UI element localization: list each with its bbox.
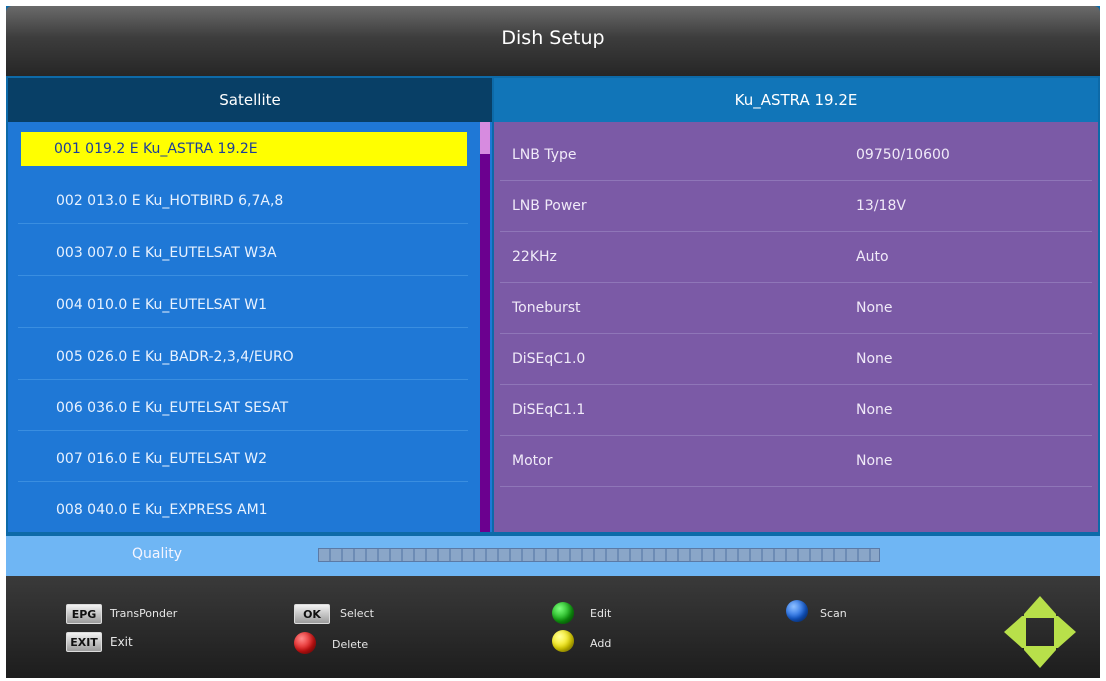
setting-label: DiSEqC1.0 bbox=[512, 351, 586, 367]
satellite-item-label: 006 036.0 E Ku_EUTELSAT SESAT bbox=[56, 399, 289, 416]
satellite-item[interactable]: 006 036.0 E Ku_EUTELSAT SESAT bbox=[18, 385, 468, 431]
setting-toneburst[interactable]: Toneburst None bbox=[500, 283, 1092, 334]
exit-key[interactable]: EXIT bbox=[66, 632, 102, 652]
yellow-circle-icon[interactable] bbox=[552, 630, 574, 652]
setting-value: None bbox=[856, 453, 893, 469]
satellite-item-label: 003 007.0 E Ku_EUTELSAT W3A bbox=[56, 244, 277, 261]
setting-label: LNB Power bbox=[512, 198, 587, 214]
signal-quality-bar: Quality bbox=[6, 536, 1100, 576]
satellite-item[interactable]: 008 040.0 E Ku_EXPRESS AM1 bbox=[18, 487, 468, 533]
edit-label: Edit bbox=[590, 607, 612, 620]
satellite-item-label: 001 019.2 E Ku_ASTRA 19.2E bbox=[54, 141, 258, 157]
satellite-item-label: 005 026.0 E Ku_BADR-2,3,4/EURO bbox=[56, 348, 294, 365]
setting-label: Motor bbox=[512, 453, 553, 469]
satellite-item-label: 004 010.0 E Ku_EUTELSAT W1 bbox=[56, 296, 268, 313]
setting-22khz[interactable]: 22KHz Auto bbox=[500, 232, 1092, 283]
satellite-item-label: 007 016.0 E Ku_EUTELSAT W2 bbox=[56, 450, 268, 467]
satellite-item[interactable]: 001 019.2 E Ku_ASTRA 19.2E bbox=[21, 132, 467, 166]
setting-diseqc11[interactable]: DiSEqC1.1 None bbox=[500, 385, 1092, 436]
setting-lnb-type[interactable]: LNB Type 09750/10600 bbox=[500, 130, 1092, 181]
satellite-panel: Satellite 001 019.2 E Ku_ASTRA 19.2E 002… bbox=[8, 78, 492, 532]
setting-value: Auto bbox=[856, 249, 889, 265]
quality-label: Quality bbox=[132, 546, 183, 562]
dish-settings-panel: Ku_ASTRA 19.2E LNB Type 09750/10600 LNB … bbox=[494, 78, 1098, 532]
title-bar: Dish Setup bbox=[6, 6, 1100, 76]
setting-label: LNB Type bbox=[512, 147, 577, 163]
page-title: Dish Setup bbox=[501, 27, 605, 49]
satellite-item[interactable]: 003 007.0 E Ku_EUTELSAT W3A bbox=[18, 230, 468, 276]
setting-value: None bbox=[856, 351, 893, 367]
setting-label: 22KHz bbox=[512, 249, 557, 265]
tv-screen: Dish Setup Satellite 001 019.2 E Ku_ASTR… bbox=[6, 6, 1100, 678]
scrollbar-thumb[interactable] bbox=[480, 122, 490, 154]
satellite-item[interactable]: 002 013.0 E Ku_HOTBIRD 6,7A,8 bbox=[18, 178, 468, 224]
setting-label: DiSEqC1.1 bbox=[512, 402, 586, 418]
setting-lnb-power[interactable]: LNB Power 13/18V bbox=[500, 181, 1092, 232]
satellite-item[interactable]: 005 026.0 E Ku_BADR-2,3,4/EURO bbox=[18, 334, 468, 380]
selected-satellite-header: Ku_ASTRA 19.2E bbox=[494, 78, 1098, 122]
exit-label: Exit bbox=[110, 635, 133, 649]
blue-circle-icon[interactable] bbox=[786, 600, 808, 622]
satellite-item-label: 008 040.0 E Ku_EXPRESS AM1 bbox=[56, 502, 268, 518]
red-circle-icon[interactable] bbox=[294, 632, 316, 654]
setting-value: None bbox=[856, 402, 893, 418]
quality-meter bbox=[318, 548, 880, 562]
satellite-item[interactable]: 007 016.0 E Ku_EUTELSAT W2 bbox=[18, 436, 468, 482]
transponder-label: TransPonder bbox=[110, 607, 178, 620]
ok-key[interactable]: OK bbox=[294, 604, 330, 624]
green-circle-icon[interactable] bbox=[552, 602, 574, 624]
select-label: Select bbox=[340, 607, 374, 620]
satellite-item-label: 002 013.0 E Ku_HOTBIRD 6,7A,8 bbox=[56, 192, 284, 209]
satellite-item[interactable]: 004 010.0 E Ku_EUTELSAT W1 bbox=[18, 282, 468, 328]
add-label: Add bbox=[590, 637, 612, 650]
setting-label: Toneburst bbox=[512, 300, 581, 316]
satellite-list: 001 019.2 E Ku_ASTRA 19.2E 002 013.0 E K… bbox=[8, 122, 480, 532]
setting-motor[interactable]: Motor None bbox=[500, 436, 1092, 487]
key-legend-footer: EPG TransPonder EXIT Exit OK Select Dele… bbox=[6, 576, 1100, 678]
dpad-arrows-icon bbox=[1004, 596, 1076, 668]
epg-key[interactable]: EPG bbox=[66, 604, 102, 624]
setting-value: None bbox=[856, 300, 893, 316]
setting-diseqc10[interactable]: DiSEqC1.0 None bbox=[500, 334, 1092, 385]
setting-value: 09750/10600 bbox=[856, 147, 950, 163]
delete-label: Delete bbox=[332, 638, 369, 651]
satellite-panel-header: Satellite bbox=[8, 78, 492, 122]
satellite-scrollbar[interactable] bbox=[480, 122, 490, 532]
scan-label: Scan bbox=[820, 607, 847, 620]
setting-value: 13/18V bbox=[856, 198, 906, 214]
